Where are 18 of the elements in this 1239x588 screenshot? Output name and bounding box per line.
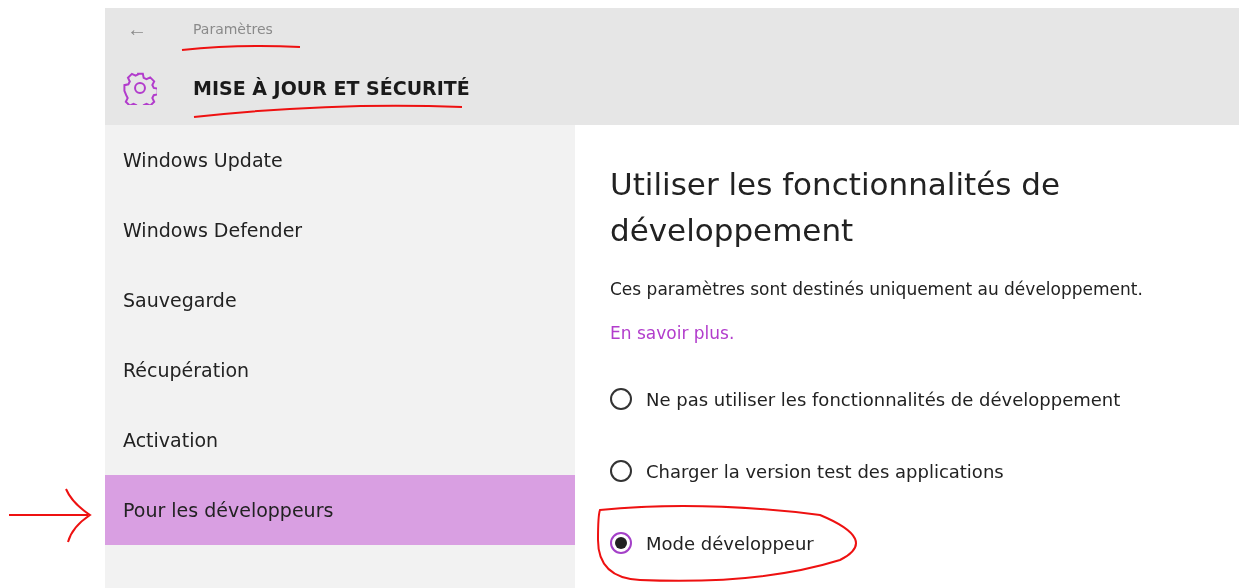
sidebar-item[interactable]: Récupération xyxy=(105,335,575,405)
section-title: MISE À JOUR ET SÉCURITÉ xyxy=(193,76,470,99)
sidebar-item[interactable]: Windows Defender xyxy=(105,195,575,265)
option-label: Mode développeur xyxy=(646,532,814,554)
radio-button[interactable] xyxy=(610,460,632,482)
sidebar-item[interactable]: Pour les développeurs xyxy=(105,475,575,545)
sidebar-item[interactable]: Sauvegarde xyxy=(105,265,575,335)
option-label: Charger la version test des applications xyxy=(646,460,1004,482)
app-title: Paramètres xyxy=(193,21,273,37)
radio-button[interactable] xyxy=(610,388,632,410)
gear-icon xyxy=(123,70,157,105)
page-title: Utiliser les fonctionnalités de développement xyxy=(610,165,1061,250)
radio-button[interactable] xyxy=(610,532,632,554)
learn-more-link[interactable]: En savoir plus. xyxy=(610,323,735,343)
sidebar-item[interactable]: Windows Update xyxy=(105,125,575,195)
option-label: Ne pas utiliser les fonctionnalités de développement xyxy=(646,388,1121,410)
description-text: Ces paramètres sont destinés uniquement au développement. xyxy=(610,279,1144,299)
sidebar-item[interactable]: Activation xyxy=(105,405,575,475)
